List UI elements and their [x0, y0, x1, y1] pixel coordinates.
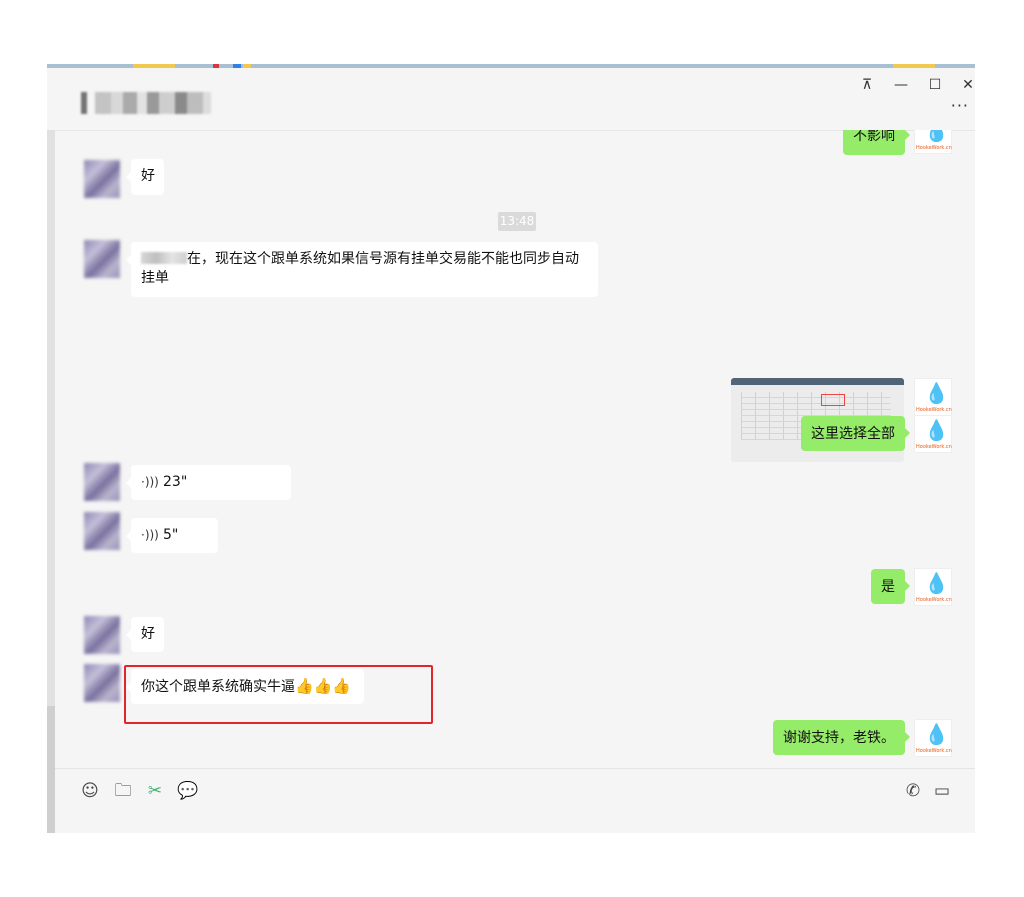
message-right-partial[interactable]: 不影响	[843, 130, 910, 155]
minimize-button[interactable]: —	[889, 74, 913, 96]
avatar-self[interactable]: 💧 HookeWork.cn	[914, 719, 952, 757]
voice-message[interactable]: ·))) 23"	[126, 465, 291, 500]
message-left[interactable]: 好	[126, 159, 164, 195]
drop-logo-icon: 💧	[924, 722, 949, 746]
voice-duration: 5"	[163, 527, 179, 543]
voice-wave-icon: ·)))	[141, 475, 159, 489]
avatar-contact[interactable]	[84, 240, 120, 278]
chat-window: D ⊼ — ☐ ✕ ··· 不影响 💧 HookeWork.cn 好 13:48…	[47, 64, 975, 833]
avatar-contact[interactable]	[84, 616, 120, 654]
message-left[interactable]: 好	[126, 617, 164, 652]
video-icon[interactable]: ▭	[931, 780, 953, 802]
folder-icon[interactable]: 🗀	[112, 780, 134, 802]
avatar-brand-text: HookeWork.cn	[916, 597, 952, 603]
avatar-contact[interactable]	[84, 463, 120, 501]
avatar-contact[interactable]	[84, 160, 120, 198]
avatar-contact[interactable]	[84, 512, 120, 550]
message-left-highlighted[interactable]: 你这个跟单系统确实牛逼👍👍👍	[126, 669, 364, 704]
avatar-contact[interactable]	[84, 664, 120, 702]
maximize-button[interactable]: ☐	[923, 74, 947, 96]
message-right[interactable]: 是	[871, 569, 910, 604]
voice-wave-icon: ·)))	[141, 528, 159, 542]
drop-logo-icon: 💧	[924, 571, 949, 595]
message-text: 好	[141, 626, 155, 642]
chat-history-icon[interactable]: 💬	[177, 780, 199, 802]
timestamp: 13:48	[498, 212, 536, 231]
drop-logo-icon: 💧	[924, 418, 949, 442]
voice-message[interactable]: ·))) 5"	[126, 518, 218, 553]
message-left-multiline[interactable]: 在，现在这个跟单系统如果信号源有挂单交易能不能也同步自动挂单	[126, 242, 598, 297]
avatar-self[interactable]: 💧 HookeWork.cn	[914, 415, 952, 453]
emoji-icon[interactable]: ☺	[79, 780, 101, 802]
message-text: 谢谢支持，老铁。	[783, 730, 895, 746]
message-right[interactable]: 这里选择全部	[801, 416, 910, 451]
avatar-self[interactable]: 💧 HookeWork.cn	[914, 378, 952, 416]
screenshot-header-bar	[731, 378, 904, 385]
title-bar: D ⊼ — ☐ ✕ ···	[55, 68, 975, 131]
message-list[interactable]: 不影响 💧 HookeWork.cn 好 13:48 在，现在这个跟单系统如果信…	[55, 130, 975, 768]
message-text: 在，现在这个跟单系统如果信号源有挂单交易能不能也同步自动挂单	[141, 251, 579, 286]
close-button[interactable]: ✕	[956, 74, 975, 96]
blurred-mention	[141, 252, 187, 264]
input-toolbar: ☺ 🗀 ✂ 💬 ✆ ▭	[55, 768, 975, 833]
voice-duration: 23"	[163, 474, 188, 490]
left-scrollbar-thumb[interactable]	[47, 706, 55, 833]
message-right[interactable]: 谢谢支持，老铁。	[773, 720, 910, 755]
drop-logo-icon: 💧	[924, 130, 949, 143]
left-scrollbar[interactable]	[47, 130, 55, 833]
scissors-icon[interactable]: ✂	[144, 780, 166, 802]
avatar-brand-text: HookeWork.cn	[916, 145, 952, 151]
more-options-button[interactable]: ···	[951, 96, 969, 115]
avatar-brand-text: HookeWork.cn	[916, 444, 952, 450]
message-text: 你这个跟单系统确实牛逼	[141, 679, 295, 695]
pin-button[interactable]: ⊼	[855, 74, 879, 96]
avatar-self[interactable]: 💧 HookeWork.cn	[914, 130, 952, 154]
chat-title-blurred: D	[81, 92, 211, 114]
message-text: 好	[141, 168, 155, 184]
thumbs-up-icon: 👍👍👍	[295, 677, 352, 695]
message-text: 不影响	[853, 130, 895, 144]
message-text: 是	[881, 579, 895, 595]
avatar-self[interactable]: 💧 HookeWork.cn	[914, 568, 952, 606]
avatar-brand-text: HookeWork.cn	[916, 748, 952, 754]
screenshot-selection-box	[821, 394, 845, 406]
drop-logo-icon: 💧	[924, 381, 949, 405]
avatar-brand-text: HookeWork.cn	[916, 407, 952, 413]
phone-icon[interactable]: ✆	[902, 780, 924, 802]
message-text: 这里选择全部	[811, 426, 895, 442]
